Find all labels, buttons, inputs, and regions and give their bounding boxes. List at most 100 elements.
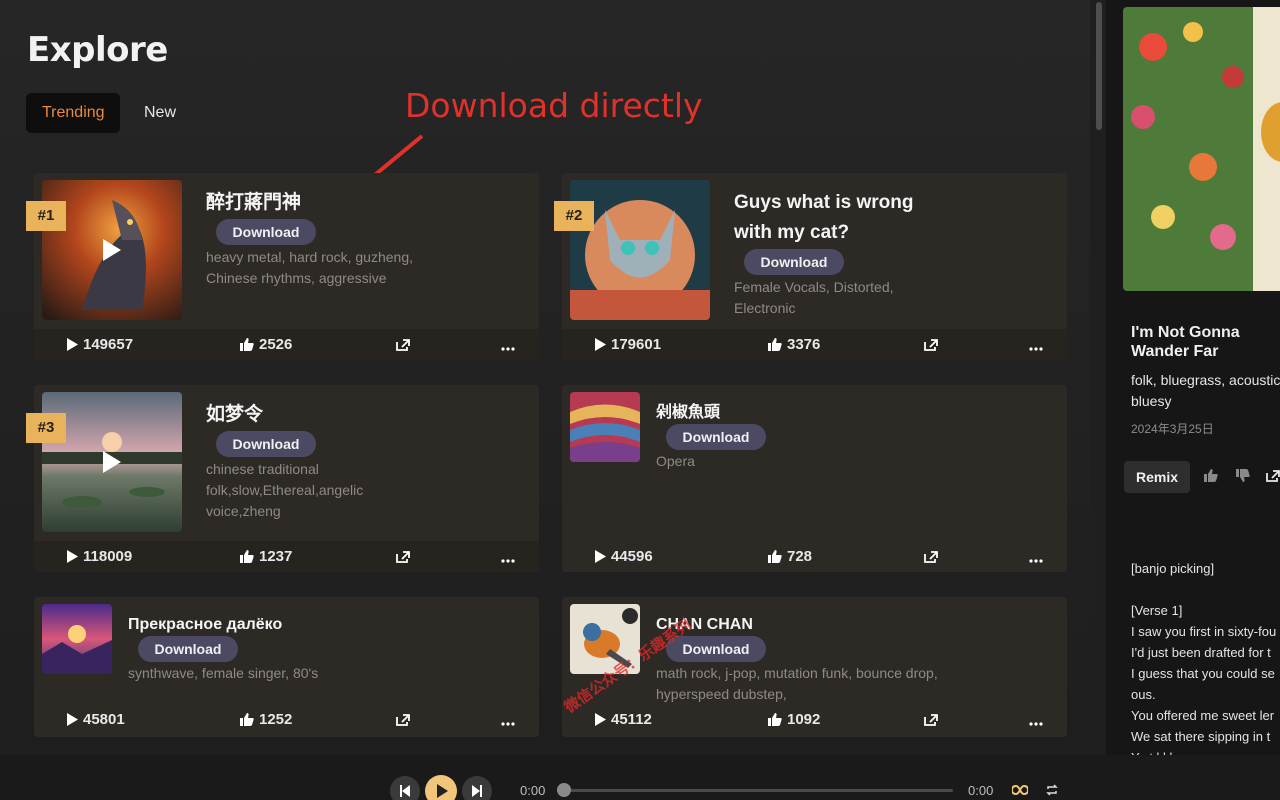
tab-trending[interactable]: Trending [26, 93, 120, 133]
tag-line: heavy metal, hard rock, guzheng, [206, 249, 414, 265]
more-button[interactable] [501, 329, 520, 360]
cover-thumbnail[interactable] [42, 604, 112, 674]
share-icon [396, 714, 410, 726]
tag-line: bluesy [1131, 393, 1172, 409]
play-icon[interactable] [103, 239, 121, 261]
song-date: 2024年3月25日 [1131, 422, 1214, 436]
tag-line: hyperspeed dubstep, [656, 686, 787, 702]
share-icon [396, 339, 410, 351]
play-count[interactable]: 44596 [594, 541, 653, 572]
rank-badge: #3 [26, 413, 66, 443]
more-button[interactable] [501, 541, 520, 572]
more-icon [501, 347, 515, 351]
play-icon[interactable] [103, 451, 121, 473]
like-button[interactable]: 1092 [768, 704, 820, 735]
download-button[interactable]: Download [216, 219, 316, 245]
card-stats: 149657 2526 [34, 329, 539, 360]
song-card[interactable]: #1 醉打蔣門神 Download heavy metal, hard rock… [26, 173, 539, 360]
song-card[interactable]: #3 如梦令 Download chinese traditional folk… [26, 385, 539, 572]
tag-line: voice,zheng [206, 503, 281, 519]
play-icon [595, 338, 606, 351]
share-icon [924, 339, 938, 351]
share-button[interactable] [924, 329, 943, 360]
more-button[interactable] [1029, 704, 1048, 735]
play-count[interactable]: 118009 [66, 541, 132, 572]
share-button[interactable] [396, 329, 415, 360]
rank-badge: #1 [26, 201, 66, 231]
play-count[interactable]: 45112 [594, 704, 652, 735]
lyric-line: You offered me sweet ler [1131, 708, 1275, 723]
infinity-icon[interactable] [1012, 785, 1028, 795]
rank-badge: #2 [554, 201, 594, 231]
like-button[interactable]: 728 [768, 541, 812, 572]
card-stats: 118009 1237 [34, 541, 539, 572]
download-button[interactable]: Download [666, 424, 766, 450]
play-count-value: 44596 [611, 548, 653, 565]
next-button[interactable] [462, 776, 492, 800]
cover-art [1123, 7, 1280, 291]
like-button[interactable]: 1237 [240, 541, 292, 572]
play-count[interactable]: 149657 [66, 329, 133, 360]
share-button[interactable] [396, 704, 415, 735]
thumbs-up-icon [768, 550, 782, 563]
more-button[interactable] [1029, 329, 1048, 360]
repeat-icon[interactable] [1046, 784, 1058, 796]
song-tags: math rock, j-pop, mutation funk, bounce … [656, 663, 938, 705]
play-count[interactable]: 45801 [66, 704, 125, 735]
progress-bar[interactable] [563, 789, 953, 792]
share-button[interactable] [924, 541, 943, 572]
song-tags: heavy metal, hard rock, guzheng, Chinese… [206, 247, 413, 289]
thumbs-up-icon [768, 713, 782, 726]
like-button[interactable]: 1252 [240, 704, 292, 735]
share-button[interactable] [396, 541, 415, 572]
card-stats: 45801 1252 [34, 704, 539, 735]
thumbs-down-icon[interactable] [1236, 469, 1250, 482]
song-card[interactable]: #2 Guys what is wrong with my cat? Downl… [554, 173, 1067, 360]
skip-forward-icon [472, 785, 482, 797]
play-count-value: 45801 [83, 711, 125, 728]
share-icon[interactable] [1266, 469, 1280, 482]
download-button[interactable]: Download [216, 431, 316, 457]
share-button[interactable] [924, 704, 943, 735]
skip-back-icon [400, 785, 410, 797]
more-icon [1029, 559, 1043, 563]
play-count[interactable]: 179601 [594, 329, 661, 360]
lyric-line: I saw you first in sixty-fou [1131, 624, 1277, 639]
thumbs-up-icon[interactable] [1204, 469, 1218, 482]
more-icon [501, 559, 515, 563]
cover-thumbnail[interactable] [570, 392, 640, 462]
total-time: 0:00 [968, 783, 994, 798]
progress-handle[interactable] [557, 783, 571, 797]
scrollbar-thumb[interactable] [1096, 2, 1102, 130]
like-button[interactable]: 3376 [768, 329, 820, 360]
more-button[interactable] [1029, 541, 1048, 572]
remix-button[interactable]: Remix [1124, 461, 1190, 493]
title-line: Guys what is wrong [734, 192, 914, 213]
like-count-value: 1092 [787, 711, 821, 728]
play-button[interactable] [425, 775, 457, 800]
like-count-value: 728 [787, 548, 813, 565]
more-button[interactable] [501, 704, 520, 735]
scrollbar[interactable] [1092, 0, 1106, 755]
title-line: with my cat? [734, 222, 850, 243]
like-count-value: 1252 [259, 711, 293, 728]
song-card[interactable]: 剁椒魚頭 Download Opera 44596 728 [562, 385, 1067, 572]
song-title[interactable]: 醉打蔣門神 [206, 188, 301, 218]
page-title: Explore [27, 30, 168, 70]
thumbs-up-icon [240, 550, 254, 563]
thumbs-up-icon [240, 338, 254, 351]
card-stats: 45112 1092 [562, 704, 1067, 735]
tab-new[interactable]: New [128, 93, 192, 133]
song-card[interactable]: Прекрасное далёко Download synthwave, fe… [34, 597, 539, 737]
song-title[interactable]: Guys what is wrong with my cat? [734, 188, 913, 248]
song-title[interactable]: 如梦令 [206, 400, 263, 430]
lyric-line: [Verse 1] [1131, 603, 1183, 618]
previous-button[interactable] [390, 776, 420, 800]
like-button[interactable]: 2526 [240, 329, 292, 360]
download-button[interactable]: Download [744, 249, 844, 275]
play-icon [67, 550, 78, 563]
lyric-line: I guess that you could se [1131, 666, 1275, 681]
download-button[interactable]: Download [138, 636, 238, 662]
card-stats: 44596 728 [562, 541, 1067, 572]
song-detail-panel: I'm Not Gonna Wander Far folk, bluegrass… [1106, 0, 1280, 755]
